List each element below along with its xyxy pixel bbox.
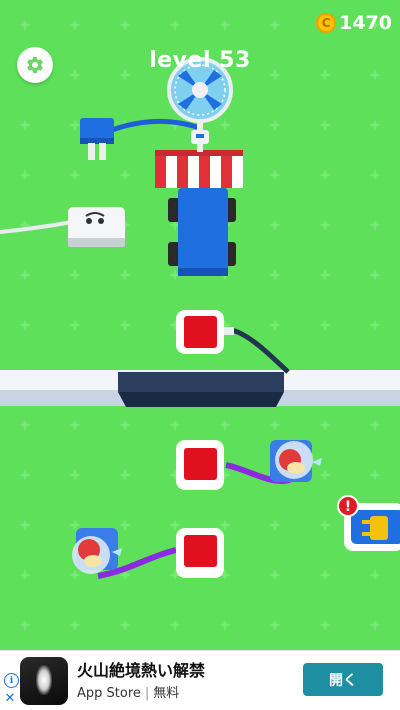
ad-subtitle: App Store | 無料 xyxy=(77,682,179,701)
divider-wall xyxy=(0,370,400,407)
ad-store: App Store xyxy=(77,686,141,701)
info-icon[interactable]: i xyxy=(4,673,19,688)
coin-icon: C xyxy=(316,13,337,33)
coin-count: 1470 xyxy=(339,12,392,34)
ad-price: 無料 xyxy=(153,686,180,701)
alert-mark: ! xyxy=(345,499,351,515)
game-scene[interactable]: ! level 53 C 1470 xyxy=(0,0,400,650)
coin-counter: C 1470 xyxy=(316,12,392,34)
alert-badge: ! xyxy=(337,495,359,517)
ad-open-button[interactable]: 開く xyxy=(303,663,383,696)
apple-socket-left[interactable] xyxy=(72,528,122,574)
ad-app-icon[interactable] xyxy=(20,657,68,705)
ad-banner[interactable]: i ✕ 火山絶境熱い解禁 App Store | 無料 開く xyxy=(0,650,400,710)
ad-separator: | xyxy=(144,686,150,701)
close-icon[interactable]: ✕ xyxy=(4,692,16,705)
ad-title[interactable]: 火山絶境熱い解禁 xyxy=(77,657,205,681)
level-label: level 53 xyxy=(149,48,251,73)
game-board[interactable]: ! xyxy=(0,0,400,650)
